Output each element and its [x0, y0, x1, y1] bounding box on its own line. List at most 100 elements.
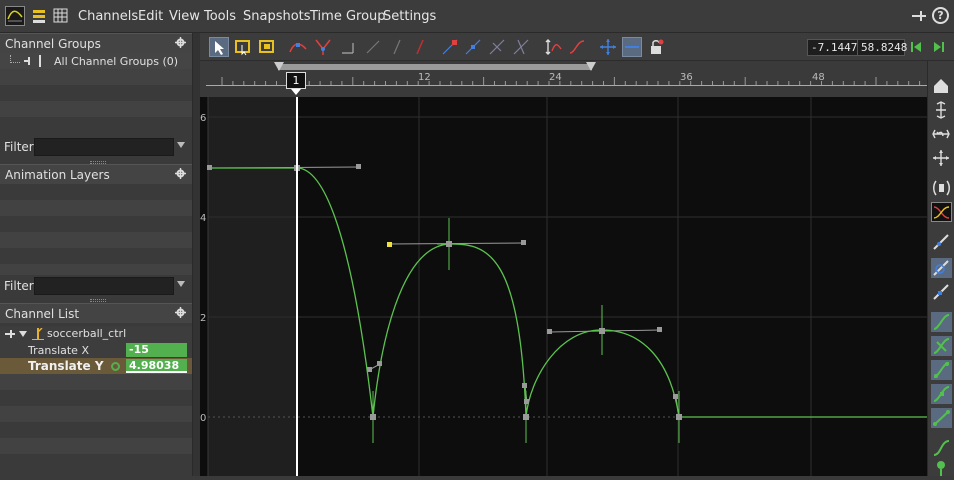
- channel-value-field[interactable]: -15: [126, 343, 187, 357]
- channel-row-translate-x[interactable]: Translate X -15: [0, 342, 192, 358]
- curve-tool-icon[interactable]: [288, 37, 308, 57]
- range-start-handle[interactable]: [274, 62, 284, 71]
- linear-tool-icon[interactable]: [363, 37, 383, 57]
- menu-view[interactable]: View: [169, 9, 200, 24]
- left-panel: Channel Groups All Channel Groups (0) Fi…: [0, 33, 192, 476]
- pin-icon[interactable]: [909, 6, 929, 26]
- box-select-tool-icon[interactable]: [233, 37, 253, 57]
- box-scale-tool-icon[interactable]: [257, 37, 277, 57]
- green-curve-x-icon[interactable]: [931, 336, 952, 356]
- resize-handle[interactable]: [90, 299, 106, 302]
- channel-groups-filter: Filter: [0, 136, 192, 158]
- channel-group-label: All Channel Groups (0): [54, 55, 179, 68]
- gear-icon[interactable]: [175, 307, 186, 318]
- move-tool-icon[interactable]: [598, 37, 618, 57]
- key-tool-icon[interactable]: [440, 37, 460, 57]
- keyframe-handle: [673, 394, 678, 399]
- green-pin-icon[interactable]: [931, 460, 952, 480]
- home-icon[interactable]: [931, 76, 952, 96]
- time-ruler[interactable]: 12 24 36 48 1: [200, 61, 927, 97]
- channel-list-title: Channel List: [5, 307, 80, 321]
- curve-display-active-icon[interactable]: [931, 258, 952, 278]
- curve-canvas[interactable]: 6 4 2 0: [200, 97, 927, 476]
- menu-tools[interactable]: Tools: [204, 9, 236, 24]
- panel-splitter[interactable]: [192, 33, 200, 476]
- green-ease-icon[interactable]: [931, 438, 952, 458]
- expand-arrow-icon[interactable]: [19, 331, 27, 337]
- frame-all-icon[interactable]: [931, 148, 952, 168]
- keyframe-handle-selected: [387, 242, 392, 247]
- channel-list-header: Channel List: [0, 303, 192, 323]
- keyframe-handle: [521, 240, 526, 245]
- chevron-down-icon[interactable]: [177, 142, 185, 148]
- gear-icon[interactable]: [175, 37, 186, 48]
- coord-y-field[interactable]: 58.8248: [857, 39, 907, 56]
- keyframe-indicator-icon[interactable]: [111, 362, 120, 371]
- insert-key-tool-icon[interactable]: [463, 37, 483, 57]
- green-linear-icon[interactable]: [931, 408, 952, 428]
- keyframe: [599, 328, 605, 334]
- range-end-handle[interactable]: [586, 62, 596, 71]
- y-label: 2: [200, 313, 206, 324]
- current-frame-marker[interactable]: 1: [286, 72, 306, 89]
- cut-tool-icon[interactable]: [410, 37, 430, 57]
- curve-graph[interactable]: 6 4 2 0: [200, 97, 927, 476]
- bezier-tool-icon[interactable]: [487, 37, 507, 57]
- ease-tool-icon[interactable]: [567, 37, 587, 57]
- filter-input[interactable]: [34, 277, 174, 295]
- retime-tool-icon[interactable]: [543, 37, 563, 57]
- help-icon[interactable]: ?: [932, 7, 949, 24]
- snap-tool-icon[interactable]: [622, 37, 642, 57]
- filter-label: Filter: [4, 279, 34, 293]
- auto-frame-icon[interactable]: [931, 178, 952, 198]
- channel-name: Translate X: [28, 344, 89, 357]
- graph-toolbar: -7.1447 58.8248: [200, 33, 954, 61]
- frame-vertical-icon[interactable]: [931, 100, 952, 120]
- green-curve-icon[interactable]: [931, 312, 952, 332]
- spreadsheet-icon[interactable]: [51, 6, 71, 26]
- slope-tool-icon[interactable]: [387, 37, 407, 57]
- previous-key-icon[interactable]: [908, 39, 928, 59]
- pin-icon[interactable]: [4, 329, 16, 339]
- channel-row-translate-y[interactable]: Translate Y 4.98038: [0, 358, 192, 374]
- chevron-down-icon[interactable]: [177, 281, 185, 287]
- filter-input[interactable]: [34, 138, 174, 156]
- tangent-tool-icon[interactable]: [511, 37, 531, 57]
- channel-value-field[interactable]: 4.98038: [126, 359, 187, 373]
- color-curve-icon[interactable]: [931, 202, 952, 222]
- keyframe: [370, 414, 376, 420]
- curve-display-alt-icon[interactable]: [931, 282, 952, 302]
- split-tool-icon[interactable]: [313, 37, 333, 57]
- node-icon: [32, 328, 44, 340]
- lock-tool-icon[interactable]: [646, 37, 666, 57]
- flat-tool-icon[interactable]: [338, 37, 358, 57]
- y-label: 6: [200, 113, 206, 124]
- coord-x-field[interactable]: -7.1447: [807, 39, 858, 56]
- frame-horizontal-icon[interactable]: [931, 124, 952, 144]
- menu-time-group[interactable]: Time Group: [310, 9, 386, 24]
- select-tool-icon[interactable]: [209, 37, 229, 57]
- animation-layers-title: Animation Layers: [5, 168, 110, 182]
- graph-editor-icon[interactable]: [5, 6, 25, 26]
- animation-layers-header: Animation Layers: [0, 164, 192, 184]
- layers-icon[interactable]: [29, 6, 49, 26]
- curve-display-icon[interactable]: [931, 232, 952, 252]
- menu-edit[interactable]: Edit: [138, 9, 163, 24]
- ruler-tick-label: 24: [549, 72, 562, 83]
- gear-icon[interactable]: [175, 168, 186, 179]
- keyframe: [523, 414, 529, 420]
- channel-node-row[interactable]: soccerball_ctrl: [0, 326, 192, 342]
- time-range-bar[interactable]: [278, 64, 592, 70]
- menu-channels[interactable]: Channels: [78, 9, 138, 24]
- green-curve-dots-icon[interactable]: [931, 360, 952, 380]
- channel-node-label: soccerball_ctrl: [47, 327, 127, 340]
- menu-settings[interactable]: Settings: [383, 9, 436, 24]
- keyframe-handle: [657, 327, 662, 332]
- ruler-tick-label: 12: [418, 72, 431, 83]
- next-key-icon[interactable]: [931, 39, 951, 59]
- channel-group-item[interactable]: All Channel Groups (0): [0, 53, 192, 69]
- pin-icon[interactable]: [23, 56, 33, 66]
- menu-snapshots[interactable]: Snapshots: [243, 9, 311, 24]
- green-curve-handle-icon[interactable]: [931, 384, 952, 404]
- channel-name: Translate Y: [28, 359, 104, 373]
